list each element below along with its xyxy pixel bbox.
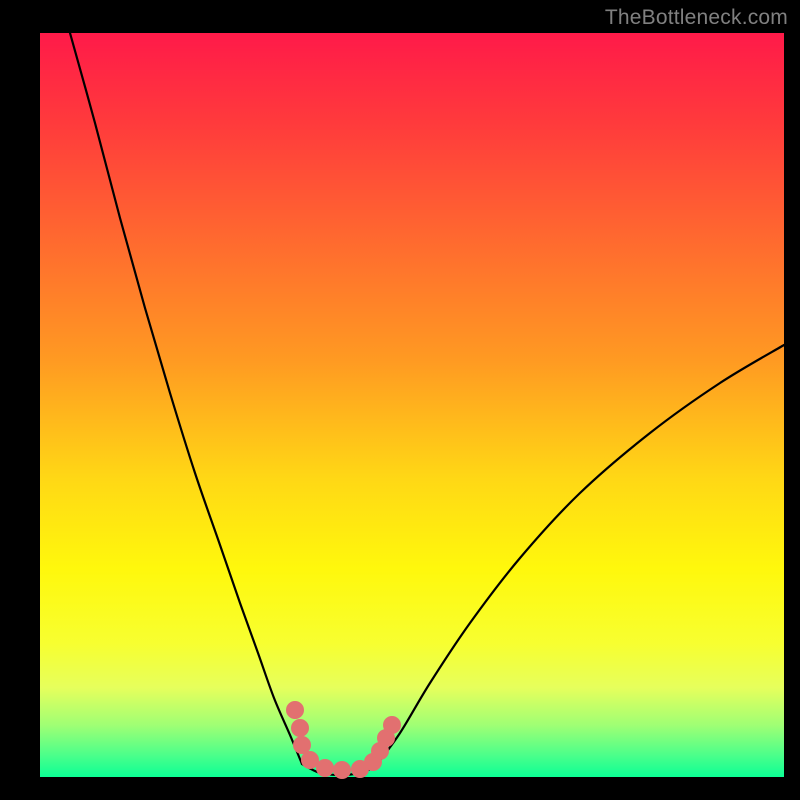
- data-dot: [294, 737, 311, 754]
- curve-right: [375, 345, 784, 767]
- data-dots: [287, 702, 401, 779]
- data-dot: [334, 762, 351, 779]
- plot-area: [40, 33, 784, 777]
- curve-left: [70, 33, 302, 764]
- data-dot: [292, 720, 309, 737]
- watermark-text: TheBottleneck.com: [605, 6, 788, 30]
- data-dot: [384, 717, 401, 734]
- data-dot: [317, 760, 334, 777]
- chart-svg: [40, 33, 784, 777]
- data-dot: [302, 752, 319, 769]
- data-dot: [287, 702, 304, 719]
- chart-frame: TheBottleneck.com: [0, 0, 800, 800]
